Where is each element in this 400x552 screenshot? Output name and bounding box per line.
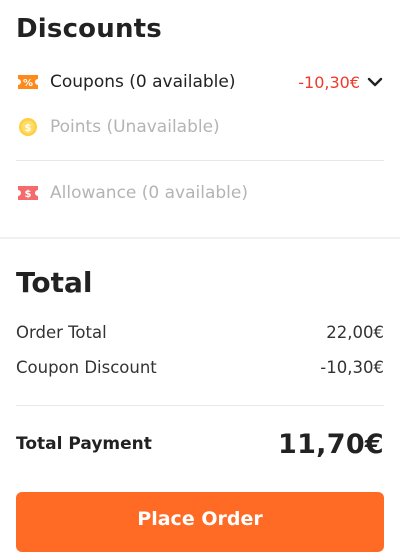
coupons-label: Coupons (0 available) xyxy=(50,72,236,92)
order-total-label: Order Total xyxy=(16,322,107,342)
order-total-row: Order Total 22,00€ xyxy=(16,320,384,344)
svg-text:%: % xyxy=(23,78,33,89)
coupons-amount: -10,30€ xyxy=(298,72,360,92)
allowance-row: $ Allowance (0 available) xyxy=(16,179,384,207)
points-label: Points (Unavailable) xyxy=(50,117,220,137)
total-payment-value: 11,70€ xyxy=(278,428,384,460)
total-section: Total Order Total 22,00€ Coupon Discount… xyxy=(0,239,400,552)
discounts-title: Discounts xyxy=(16,14,162,44)
points-row: $ Points (Unavailable) xyxy=(16,113,384,141)
allowance-ticket-icon: $ xyxy=(16,183,40,203)
svg-text:$: $ xyxy=(25,189,32,200)
discounts-section: Discounts % Coupons (0 available) -10,30… xyxy=(0,0,400,237)
allowance-label: Allowance (0 available) xyxy=(50,183,248,203)
place-order-button[interactable]: Place Order xyxy=(16,492,384,552)
coupon-tag-icon: % xyxy=(16,72,40,92)
divider xyxy=(16,405,384,406)
chevron-down-icon[interactable] xyxy=(366,73,384,91)
svg-text:$: $ xyxy=(25,123,32,134)
total-title: Total xyxy=(16,266,93,299)
total-payment-label: Total Payment xyxy=(16,434,152,454)
divider xyxy=(16,160,384,161)
order-total-value: 22,00€ xyxy=(326,322,384,342)
coupons-row[interactable]: % Coupons (0 available) -10,30€ xyxy=(16,68,384,96)
total-payment-row: Total Payment 11,70€ xyxy=(16,424,384,464)
coupon-discount-value: -10,30€ xyxy=(320,357,384,377)
coupon-discount-row: Coupon Discount -10,30€ xyxy=(16,355,384,379)
coupon-discount-label: Coupon Discount xyxy=(16,357,157,377)
coin-icon: $ xyxy=(16,117,40,137)
